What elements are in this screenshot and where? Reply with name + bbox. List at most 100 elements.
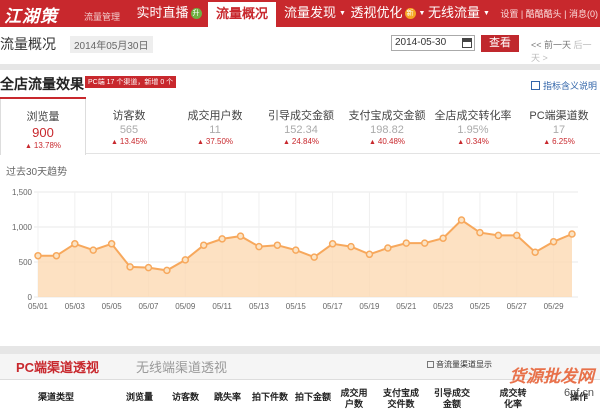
x-tick-label: 05/29 xyxy=(544,302,565,311)
data-point xyxy=(274,242,280,248)
metric-change: 0.34% xyxy=(430,137,516,146)
watermark-text: 货源批发网 xyxy=(509,362,594,387)
data-point xyxy=(35,253,41,259)
date-input[interactable]: 2014-05-30 xyxy=(391,35,475,51)
logo-text: 江湖策 xyxy=(4,2,58,27)
logo[interactable]: 江湖策 流量管理 xyxy=(0,0,120,27)
x-tick-label: 05/23 xyxy=(433,302,454,311)
data-point xyxy=(532,249,538,255)
nav-traffic-discovery[interactable]: 流量发现▼ xyxy=(280,0,350,27)
metric-change: 40.48% xyxy=(344,137,430,146)
prev-day-link[interactable]: << 前一天 xyxy=(531,40,571,50)
x-tick-label: 05/21 xyxy=(396,302,417,311)
nav-traffic-overview[interactable]: 流量概况 xyxy=(208,0,276,27)
calendar-icon[interactable] xyxy=(462,38,472,48)
metric-change: 13.45% xyxy=(86,137,172,146)
top-user-links[interactable]: 设置 | 酷酷酷头 | 消息(0) xyxy=(500,7,598,20)
col-bounce-rate[interactable]: 跳失率 xyxy=(214,392,241,403)
metric-change: 13.78% xyxy=(1,141,85,150)
data-point xyxy=(330,241,336,247)
data-point xyxy=(164,267,170,273)
data-point xyxy=(182,257,188,263)
checkbox[interactable] xyxy=(427,361,434,368)
data-point xyxy=(366,251,372,257)
metric-page-views[interactable]: 浏览量 900 13.78% xyxy=(0,98,86,155)
metric-value: 900 xyxy=(1,125,85,140)
data-point xyxy=(440,235,446,241)
nav-insight-optimize-label: 透视优化 xyxy=(351,5,403,20)
col-page-views[interactable]: 浏览量 xyxy=(126,392,153,403)
date-input-value: 2014-05-30 xyxy=(395,37,446,48)
y-tick-label: 500 xyxy=(19,258,33,267)
trend-label: 过去30天趋势 xyxy=(6,163,67,178)
metric-visitors[interactable]: 访客数 565 13.45% xyxy=(86,98,172,154)
nav-realtime[interactable]: 实时直播升 xyxy=(130,0,208,27)
metric-value: 17 xyxy=(516,124,600,136)
metric-label: 成交用户数 xyxy=(172,107,258,123)
metric-guided-sales[interactable]: 引导成交金额 152.34 24.84% xyxy=(258,98,344,154)
logo-subtitle: 流量管理 xyxy=(84,10,120,23)
data-point xyxy=(127,264,133,270)
data-point xyxy=(459,217,465,223)
col-ordered-amount[interactable]: 拍下金额 xyxy=(295,392,331,403)
col-visitors[interactable]: 访客数 xyxy=(172,392,199,403)
metric-buyers[interactable]: 成交用户数 11 37.50% xyxy=(172,98,258,154)
x-tick-label: 05/09 xyxy=(175,302,196,311)
page-title: 流量概况 xyxy=(0,34,56,54)
query-button[interactable]: 查看 xyxy=(481,35,519,52)
x-tick-label: 05/19 xyxy=(359,302,380,311)
metric-label: 支付宝成交金额 xyxy=(344,107,430,123)
data-point xyxy=(72,241,78,247)
x-tick-label: 05/17 xyxy=(323,302,344,311)
show-channels-toggle[interactable]: 音流量渠道显示 xyxy=(427,359,492,370)
col-alipay-items[interactable]: 支付宝成交件数 xyxy=(382,388,420,410)
metric-help-label: 指标含义说明 xyxy=(543,81,597,91)
data-point xyxy=(109,241,115,247)
tab-pc-channels[interactable]: PC端渠道透视 xyxy=(16,357,99,376)
x-tick-label: 05/01 xyxy=(28,302,49,311)
show-channels-label: 音流量渠道显示 xyxy=(436,360,492,369)
metric-alipay-sales[interactable]: 支付宝成交金额 198.82 40.48% xyxy=(344,98,430,154)
metric-value: 152.34 xyxy=(258,124,344,136)
day-navigation: << 前一天 后一天 > xyxy=(531,38,600,64)
x-tick-label: 05/03 xyxy=(65,302,86,311)
x-tick-label: 05/13 xyxy=(249,302,270,311)
data-point xyxy=(477,230,483,236)
col-buyers[interactable]: 成交用户数 xyxy=(340,388,368,410)
data-point xyxy=(53,253,59,259)
data-point xyxy=(201,242,207,248)
new-badge: 新 xyxy=(405,8,416,19)
nav-insight-optimize[interactable]: 透视优化新▼ xyxy=(350,0,426,27)
metric-conversion-rate[interactable]: 全店成交转化率 1.95% 0.34% xyxy=(430,98,516,154)
data-point xyxy=(551,239,557,245)
data-point xyxy=(256,244,262,250)
data-point xyxy=(311,254,317,260)
metric-change: 6.25% xyxy=(516,137,600,146)
metric-value: 1.95% xyxy=(430,124,516,136)
metric-pc-channels[interactable]: PC端渠道数 17 6.25% xyxy=(516,98,600,154)
x-tick-label: 05/05 xyxy=(102,302,123,311)
x-tick-label: 05/27 xyxy=(507,302,528,311)
metric-label: 浏览量 xyxy=(1,108,85,124)
data-point xyxy=(90,247,96,253)
y-tick-label: 1,000 xyxy=(12,223,33,232)
tab-wireless-channels[interactable]: 无线端渠道透视 xyxy=(136,357,227,376)
data-point xyxy=(514,232,520,238)
data-point xyxy=(385,245,391,251)
top-navigation-bar: 江湖策 流量管理 实时直播升 流量概况 流量发现▼ 透视优化新▼ 无线流量▼ 设… xyxy=(0,0,600,27)
help-icon xyxy=(531,81,540,90)
nav-traffic-discovery-label: 流量发现 xyxy=(284,5,336,20)
metric-value: 198.82 xyxy=(344,124,430,136)
chevron-down-icon: ▼ xyxy=(483,10,490,17)
metric-help-link[interactable]: 指标含义说明 xyxy=(531,79,597,92)
metrics-strip: 浏览量 900 13.78% 访客数 565 13.45% 成交用户数 11 3… xyxy=(0,98,600,154)
metric-value: 565 xyxy=(86,124,172,136)
nav-wireless-traffic[interactable]: 无线流量▼ xyxy=(424,0,494,27)
data-point xyxy=(145,265,151,271)
metric-value: 11 xyxy=(172,124,258,136)
section-divider xyxy=(0,346,600,354)
col-guided-sales[interactable]: 引导成交金额 xyxy=(432,388,472,410)
x-tick-label: 05/25 xyxy=(470,302,491,311)
x-tick-label: 05/07 xyxy=(138,302,159,311)
col-ordered-items[interactable]: 拍下件数 xyxy=(252,392,288,403)
